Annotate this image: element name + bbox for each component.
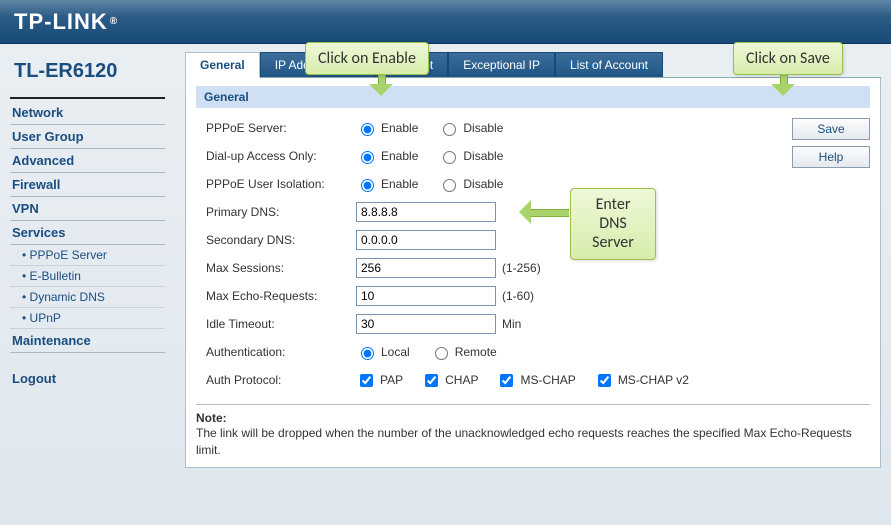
label-secondary-dns: Secondary DNS: (206, 233, 356, 247)
chk-pap-label: PAP (380, 373, 403, 387)
sidebar: TL-ER6120 Network User Group Advanced Fi… (0, 44, 175, 525)
sidebar-item-maintenance[interactable]: Maintenance (10, 329, 165, 353)
dial-up-enable-label: Enable (381, 149, 418, 163)
idle-timeout-input[interactable] (356, 314, 496, 334)
row-authentication: Authentication: Local Remote (196, 338, 780, 366)
sidebar-sub-upnp[interactable]: UPnP (10, 308, 165, 329)
row-max-sessions: Max Sessions: (1-256) (196, 254, 780, 282)
tab-exceptional-ip[interactable]: Exceptional IP (448, 52, 555, 77)
callout-enable-arrow-icon (369, 72, 393, 96)
chk-chap[interactable] (425, 374, 438, 387)
hint-max-echo: (1-60) (502, 289, 534, 303)
sidebar-item-network[interactable]: Network (10, 101, 165, 125)
sidebar-sub-e-bulletin[interactable]: E-Bulletin (10, 266, 165, 287)
row-auth-protocol: Auth Protocol: PAP CHAP MS-CHAP MS-CHAP … (196, 366, 780, 394)
panel-general: General PPPoE Server: Enable Disable Dia (185, 78, 881, 468)
row-pppoe-server: PPPoE Server: Enable Disable (196, 114, 780, 142)
label-dial-up: Dial-up Access Only: (206, 149, 356, 163)
callout-enable: Click on Enable (305, 42, 429, 75)
row-isolation: PPPoE User Isolation: Enable Disable (196, 170, 780, 198)
label-primary-dns: Primary DNS: (206, 205, 356, 219)
label-idle-timeout: Idle Timeout: (206, 317, 356, 331)
note-body: The link will be dropped when the number… (196, 425, 870, 459)
main-panel: General IP Address Pool Account Exceptio… (175, 44, 891, 525)
form-area: PPPoE Server: Enable Disable Dial-up Acc… (196, 114, 870, 394)
label-isolation: PPPoE User Isolation: (206, 177, 356, 191)
form-rows: PPPoE Server: Enable Disable Dial-up Acc… (196, 114, 780, 394)
brand-reg: ® (110, 16, 118, 27)
separator (196, 404, 870, 405)
isolation-radio-group: Enable Disable (356, 176, 519, 192)
pppoe-server-enable-label: Enable (381, 121, 418, 135)
hint-idle-timeout: Min (502, 317, 521, 331)
label-authentication: Authentication: (206, 345, 356, 359)
chk-mschapv2-label: MS-CHAP v2 (618, 373, 689, 387)
auth-local-label: Local (381, 345, 410, 359)
dial-up-disable-radio[interactable] (443, 151, 456, 164)
callout-dns: Enter DNS Server (570, 188, 656, 260)
nav-spacer (10, 353, 165, 367)
label-max-echo: Max Echo-Requests: (206, 289, 356, 303)
sidebar-item-advanced[interactable]: Advanced (10, 149, 165, 173)
isolation-disable-label: Disable (463, 177, 503, 191)
max-sessions-input[interactable] (356, 258, 496, 278)
chk-mschap[interactable] (500, 374, 513, 387)
auth-remote-radio[interactable] (435, 347, 448, 360)
label-max-sessions: Max Sessions: (206, 261, 356, 275)
hint-max-sessions: (1-256) (502, 261, 541, 275)
row-idle-timeout: Idle Timeout: Min (196, 310, 780, 338)
label-auth-protocol: Auth Protocol: (206, 373, 356, 387)
callout-save: Click on Save (733, 42, 843, 75)
authentication-radio-group: Local Remote (356, 344, 513, 360)
pppoe-server-radio-group: Enable Disable (356, 120, 519, 136)
section-title: General (196, 86, 870, 108)
pppoe-server-disable-label: Disable (463, 121, 503, 135)
model-label: TL-ER6120 (10, 54, 165, 99)
chk-chap-label: CHAP (445, 373, 478, 387)
sidebar-item-firewall[interactable]: Firewall (10, 173, 165, 197)
tab-general[interactable]: General (185, 52, 260, 78)
auth-local-radio[interactable] (361, 347, 374, 360)
help-button[interactable]: Help (792, 146, 870, 168)
chk-mschapv2[interactable] (598, 374, 611, 387)
sidebar-item-logout[interactable]: Logout (10, 367, 165, 390)
chk-pap[interactable] (360, 374, 373, 387)
brand-text: TP-LINK (14, 9, 108, 35)
dial-up-disable-label: Disable (463, 149, 503, 163)
row-dial-up: Dial-up Access Only: Enable Disable (196, 142, 780, 170)
dial-up-enable-radio[interactable] (361, 151, 374, 164)
row-secondary-dns: Secondary DNS: (196, 226, 780, 254)
sidebar-sub-pppoe-server[interactable]: PPPoE Server (10, 245, 165, 266)
label-pppoe-server: PPPoE Server: (206, 121, 356, 135)
sidebar-item-user-group[interactable]: User Group (10, 125, 165, 149)
pppoe-server-disable-radio[interactable] (443, 123, 456, 136)
sidebar-item-vpn[interactable]: VPN (10, 197, 165, 221)
chk-mschap-label: MS-CHAP (520, 373, 575, 387)
isolation-disable-radio[interactable] (443, 179, 456, 192)
max-echo-input[interactable] (356, 286, 496, 306)
content-wrap: TL-ER6120 Network User Group Advanced Fi… (0, 44, 891, 525)
isolation-enable-radio[interactable] (361, 179, 374, 192)
callout-dns-arrow-icon (519, 200, 569, 224)
sidebar-item-services[interactable]: Services (10, 221, 165, 245)
auth-remote-label: Remote (455, 345, 497, 359)
callout-save-arrow-icon (771, 72, 795, 96)
primary-dns-input[interactable] (356, 202, 496, 222)
sidebar-sub-dynamic-dns[interactable]: Dynamic DNS (10, 287, 165, 308)
isolation-enable-label: Enable (381, 177, 418, 191)
note-title: Note: (196, 411, 870, 425)
brand-logo: TP-LINK® (14, 9, 118, 35)
dial-up-radio-group: Enable Disable (356, 148, 519, 164)
row-primary-dns: Primary DNS: (196, 198, 780, 226)
tab-list-of-account[interactable]: List of Account (555, 52, 663, 77)
save-button[interactable]: Save (792, 118, 870, 140)
top-bar: TP-LINK® (0, 0, 891, 44)
secondary-dns-input[interactable] (356, 230, 496, 250)
auth-protocol-group: PAP CHAP MS-CHAP MS-CHAP v2 (356, 371, 703, 390)
button-column: Save Help (780, 114, 870, 394)
pppoe-server-enable-radio[interactable] (361, 123, 374, 136)
row-max-echo: Max Echo-Requests: (1-60) (196, 282, 780, 310)
